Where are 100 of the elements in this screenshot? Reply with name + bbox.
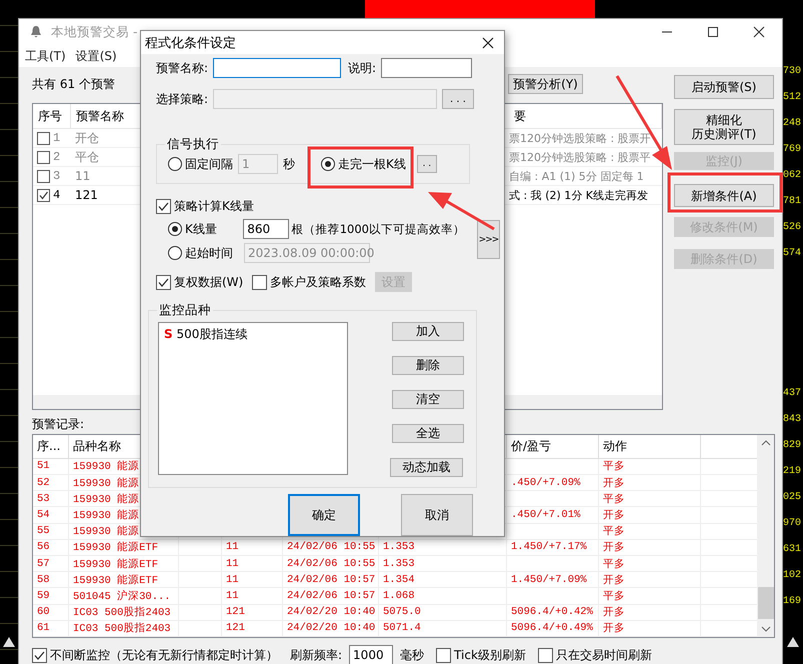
checkbox[interactable] xyxy=(37,132,50,144)
table-cell: IC03 500股指2403 xyxy=(69,604,179,620)
table-cell: 24/02/06 10:55 xyxy=(283,556,379,572)
alert-count: 共有 61 个预警 xyxy=(32,76,116,92)
checkbox[interactable] xyxy=(156,199,171,214)
column-header[interactable]: 动作 xyxy=(599,435,701,458)
cancel-button[interactable]: 取消 xyxy=(401,494,473,536)
table-cell: 11 xyxy=(222,572,283,588)
browse-button[interactable]: . . . xyxy=(442,89,474,109)
action-button[interactable]: 精细化 历史测评(T) xyxy=(674,109,774,145)
table-cell-text: 票120分钟选股策略 : 股票平 xyxy=(509,150,652,164)
analysis-button[interactable]: 预警分析(Y) xyxy=(508,74,583,94)
table-cell: 24/02/06 10:55 xyxy=(283,540,379,556)
checkbox-label: 只在交易时间刷新 xyxy=(556,646,652,664)
field-label: 选择策略: xyxy=(156,90,210,108)
input-field[interactable]: 1000 xyxy=(349,645,394,664)
checkbox[interactable] xyxy=(37,150,50,164)
field-label: 刷新频率: xyxy=(290,646,342,664)
radio-label: K线量 xyxy=(185,220,218,238)
list-action-button[interactable]: 全选 xyxy=(392,424,464,443)
checkbox[interactable] xyxy=(252,274,268,290)
column-header[interactable]: 序号 xyxy=(33,104,71,128)
window-title: 本地预警交易 - xyxy=(51,24,138,40)
table-cell: 3 xyxy=(53,169,60,183)
action-button[interactable]: 新增条件(A) xyxy=(674,184,774,207)
close-icon[interactable] xyxy=(482,36,494,48)
table-cell-text: 11 xyxy=(74,169,92,183)
table-cell: 平多 xyxy=(599,491,701,506)
table-cell: .450/+7.09% xyxy=(507,475,599,490)
table-cell: 5096.4/+0.49% xyxy=(507,620,599,636)
table-cell: 54 xyxy=(33,507,69,523)
list-action-button[interactable]: 删除 xyxy=(392,356,464,375)
checkbox[interactable] xyxy=(37,188,50,202)
quote-value: 512 xyxy=(783,91,802,105)
radio-button[interactable] xyxy=(168,157,182,171)
radio-button[interactable] xyxy=(168,246,182,260)
ok-button[interactable]: 确定 xyxy=(288,494,360,536)
checkbox[interactable] xyxy=(32,648,47,662)
quote-value: 769 xyxy=(783,143,802,157)
radio-button[interactable] xyxy=(168,222,182,236)
table-cell: 平多 xyxy=(599,556,701,572)
table-cell: 1.353 xyxy=(379,556,507,572)
checkbox[interactable] xyxy=(37,170,50,182)
column-header[interactable]: 要 xyxy=(509,104,662,128)
list-action-button[interactable]: 清空 xyxy=(392,390,464,409)
scrollbar-thumb[interactable] xyxy=(758,587,774,619)
radio-label: 走完一根K线 xyxy=(338,156,406,172)
input-field[interactable] xyxy=(213,89,437,109)
table-cell-text: 开仓 xyxy=(74,130,100,146)
list-item[interactable]: S 500股指连续 xyxy=(164,326,342,343)
list-action-button[interactable]: 加入 xyxy=(392,322,464,341)
quote-value: 829 xyxy=(783,439,802,453)
quote-value: 248 xyxy=(783,117,802,131)
table-cell: 5096.4/+0.42% xyxy=(507,604,599,620)
table-cell: 24/02/20 10:40 xyxy=(283,620,379,636)
input-field[interactable]: 860 xyxy=(243,219,289,239)
table-cell: 159930 能源ETF xyxy=(69,556,179,572)
input-field[interactable] xyxy=(213,58,341,78)
quote-value: 437 xyxy=(783,387,802,401)
bell-icon xyxy=(29,25,43,39)
quote-value: 781 xyxy=(783,195,802,209)
table-cell: 58 xyxy=(33,572,69,588)
table-cell: 开多 xyxy=(599,604,701,620)
scroll-up-icon[interactable] xyxy=(2,636,16,648)
table-cell: 61 xyxy=(33,620,69,636)
input-field[interactable] xyxy=(381,58,472,78)
table-cell: 56 xyxy=(33,540,69,556)
quote-value: 062 xyxy=(783,169,802,183)
checkbox[interactable] xyxy=(538,648,553,662)
table-cell: 1.450/+7.17% xyxy=(507,540,599,556)
table-cell: 5075.0 xyxy=(379,604,507,620)
menu-item[interactable]: 工具(T) xyxy=(25,48,66,64)
scroll-up-icon[interactable] xyxy=(786,636,800,648)
checkbox-label: Tick级别刷新 xyxy=(454,646,526,664)
table-cell: 55 xyxy=(33,524,69,539)
action-button[interactable]: 启动预警(S) xyxy=(674,75,774,99)
quote-value: 631 xyxy=(783,543,802,557)
quote-value: 730 xyxy=(783,65,802,79)
table-cell: 59 xyxy=(33,588,69,604)
unit-label: 毫秒 xyxy=(400,646,424,664)
table-cell-text: 票120分钟选股策略 : 股票开 xyxy=(509,130,652,146)
radio-button[interactable] xyxy=(321,157,335,171)
checkbox[interactable] xyxy=(156,274,171,290)
table-cell: 121 xyxy=(222,620,283,636)
more-button[interactable]: . . xyxy=(416,155,437,173)
list-action-button[interactable]: 动态加载 xyxy=(390,458,463,477)
table-cell: 平多 xyxy=(599,458,701,474)
dialog-title: 程式化条件设定 xyxy=(145,34,236,52)
table-cell: 60 xyxy=(33,604,69,620)
menu-item[interactable]: 设置(S) xyxy=(76,48,117,64)
column-header[interactable]: 序... xyxy=(33,435,69,458)
checkbox[interactable] xyxy=(436,648,452,662)
expand-button[interactable]: >>> xyxy=(477,220,500,259)
table-cell: 1.354 xyxy=(379,572,507,588)
scrollbar[interactable] xyxy=(757,435,774,637)
table-cell: 53 xyxy=(33,491,69,506)
quote-value: 102 xyxy=(783,569,802,583)
table-cell-text: 自编 : A1 (1) 5分 固定每 1 xyxy=(509,168,645,184)
table-cell: 24/02/06 10:57 xyxy=(283,572,379,588)
column-header[interactable]: 价/盈亏 xyxy=(507,435,599,458)
